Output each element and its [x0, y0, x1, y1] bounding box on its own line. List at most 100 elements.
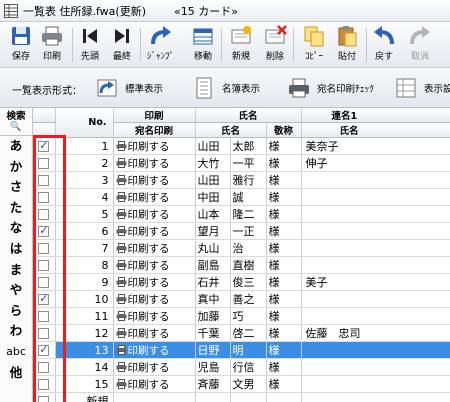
last-name-cell[interactable]: 山本: [195, 205, 231, 223]
table-row[interactable]: 12 印刷する 千葉 啓二様佐藤 忠司: [33, 324, 450, 342]
last-name-cell[interactable]: 斉藤: [195, 375, 231, 393]
first-name-cell[interactable]: 一平: [230, 154, 267, 172]
last-name-cell[interactable]: 加藤: [195, 307, 231, 325]
honorific-cell[interactable]: 様: [266, 273, 302, 291]
address-print-cell[interactable]: 印刷する: [113, 256, 196, 274]
joint-name-cell[interactable]: [301, 307, 450, 325]
address-print-cell[interactable]: 印刷する: [113, 358, 196, 376]
honorific-cell[interactable]: [266, 392, 302, 402]
last-button[interactable]: 最終: [110, 24, 134, 66]
last-name-cell[interactable]: [195, 392, 231, 402]
last-name-cell[interactable]: 千葉: [195, 324, 231, 342]
last-name-cell[interactable]: 日野: [195, 341, 231, 359]
first-name-cell[interactable]: [230, 392, 267, 402]
table-row[interactable]: 新規: [33, 392, 450, 402]
row-select-checkbox[interactable]: [38, 158, 50, 169]
row-select-checkbox[interactable]: [38, 243, 50, 254]
address-print-cell[interactable]: 印刷する: [113, 341, 196, 359]
row-select-checkbox[interactable]: [38, 192, 50, 203]
first-name-cell[interactable]: 隆二: [230, 205, 267, 223]
joint-name-cell[interactable]: 伸子: [301, 154, 450, 172]
honorific-cell[interactable]: 様: [266, 358, 302, 376]
paste-button[interactable]: 貼付: [335, 24, 359, 66]
last-name-cell[interactable]: 山田: [195, 137, 231, 155]
address-print-cell[interactable]: 印刷する: [113, 154, 196, 172]
first-name-cell[interactable]: 治: [230, 239, 267, 257]
joint-name-cell[interactable]: 美奈子: [301, 137, 450, 155]
row-select-checkbox[interactable]: [38, 224, 50, 237]
joint-name-cell[interactable]: [301, 171, 450, 189]
address-print-cell[interactable]: 印刷する: [113, 290, 196, 308]
delete-button[interactable]: 削除: [263, 24, 287, 66]
row-select-checkbox[interactable]: [38, 379, 50, 390]
honorific-cell[interactable]: 様: [266, 205, 302, 223]
table-row[interactable]: 11 印刷する 加藤巧様: [33, 307, 450, 325]
honorific-cell[interactable]: 様: [266, 341, 302, 359]
row-select-checkbox[interactable]: [38, 139, 50, 152]
table-row[interactable]: 13印刷する日野明様: [33, 341, 450, 359]
first-name-cell[interactable]: 明: [230, 341, 267, 359]
first-button[interactable]: 先頭: [78, 24, 102, 66]
last-name-cell[interactable]: 児島: [195, 358, 231, 376]
print-button[interactable]: 印刷: [40, 24, 64, 66]
honorific-header[interactable]: 敬称: [266, 122, 302, 138]
joint-name-cell[interactable]: [301, 239, 450, 257]
last-name-cell[interactable]: 山田: [195, 171, 231, 189]
joint-name-cell[interactable]: [301, 188, 450, 206]
row-select-checkbox[interactable]: [38, 343, 50, 356]
first-name-cell[interactable]: 一正: [230, 222, 267, 240]
row-select-checkbox[interactable]: [38, 328, 50, 339]
table-row[interactable]: 10印刷する真中善之様: [33, 290, 450, 308]
last-name-cell[interactable]: 中田: [195, 188, 231, 206]
row-select-checkbox[interactable]: [38, 362, 50, 373]
last-name-cell[interactable]: 副島: [195, 256, 231, 274]
first-name-cell[interactable]: 俊三: [230, 273, 267, 291]
row-select-checkbox[interactable]: [38, 277, 50, 288]
index-key-wa[interactable]: わ: [0, 321, 32, 342]
table-row[interactable]: 9 印刷する 石井 俊三様美子: [33, 273, 450, 291]
standard-view-button[interactable]: 標準表示: [95, 74, 163, 102]
honorific-cell[interactable]: 様: [266, 171, 302, 189]
joint-name-header[interactable]: 氏名: [301, 122, 450, 138]
display-settings-button[interactable]: 表示設: [394, 74, 450, 102]
index-key-ya[interactable]: や: [0, 280, 32, 301]
last-name-cell[interactable]: 丸山: [195, 239, 231, 257]
move-button[interactable]: 移動: [191, 24, 215, 66]
address-print-cell[interactable]: 印刷する: [113, 205, 196, 223]
row-select-checkbox[interactable]: [38, 175, 50, 186]
first-name-cell[interactable]: 善之: [230, 290, 267, 308]
table-row[interactable]: 1印刷する山田太郎様美奈子: [33, 137, 450, 155]
index-key-ha[interactable]: は: [0, 239, 32, 260]
index-key-ta[interactable]: た: [0, 198, 32, 219]
row-select-checkbox[interactable]: [38, 260, 50, 271]
joint-name-cell[interactable]: [301, 222, 450, 240]
row-select-checkbox[interactable]: [38, 396, 50, 402]
first-name-cell[interactable]: 太郎: [230, 137, 267, 155]
address-print-cell[interactable]: 印刷する: [113, 273, 196, 291]
honorific-cell[interactable]: 様: [266, 307, 302, 325]
address-print-cell[interactable]: 印刷する: [113, 307, 196, 325]
address-print-cell[interactable]: 印刷する: [113, 188, 196, 206]
first-name-cell[interactable]: 啓二: [230, 324, 267, 342]
address-print-cell[interactable]: 印刷する: [113, 222, 196, 240]
honorific-cell[interactable]: 様: [266, 154, 302, 172]
honorific-cell[interactable]: 様: [266, 290, 302, 308]
last-name-cell[interactable]: 真中: [195, 290, 231, 308]
address-print-check-button[interactable]: 宛名印刷ﾁｪｯｸ: [287, 74, 374, 102]
address-print-cell[interactable]: 印刷する: [113, 137, 196, 155]
address-print-cell[interactable]: 印刷する: [113, 239, 196, 257]
first-name-cell[interactable]: 誠: [230, 188, 267, 206]
first-name-cell[interactable]: 行信: [230, 358, 267, 376]
address-print-cell[interactable]: [113, 392, 196, 402]
table-row[interactable]: 7 印刷する 丸山治様: [33, 239, 450, 257]
joint-name-cell[interactable]: [301, 290, 450, 308]
roster-view-button[interactable]: 名簿表示: [192, 74, 260, 102]
last-name-cell[interactable]: 大竹: [195, 154, 231, 172]
honorific-cell[interactable]: 様: [266, 375, 302, 393]
first-name-cell[interactable]: 文男: [230, 375, 267, 393]
row-select-checkbox[interactable]: [38, 292, 50, 305]
table-row[interactable]: 2 印刷する 大竹 一平様伸子: [33, 154, 450, 172]
joint-name-cell[interactable]: [301, 358, 450, 376]
no-header[interactable]: No.: [55, 108, 114, 138]
joint-name-cell[interactable]: 佐藤 忠司: [301, 324, 450, 342]
